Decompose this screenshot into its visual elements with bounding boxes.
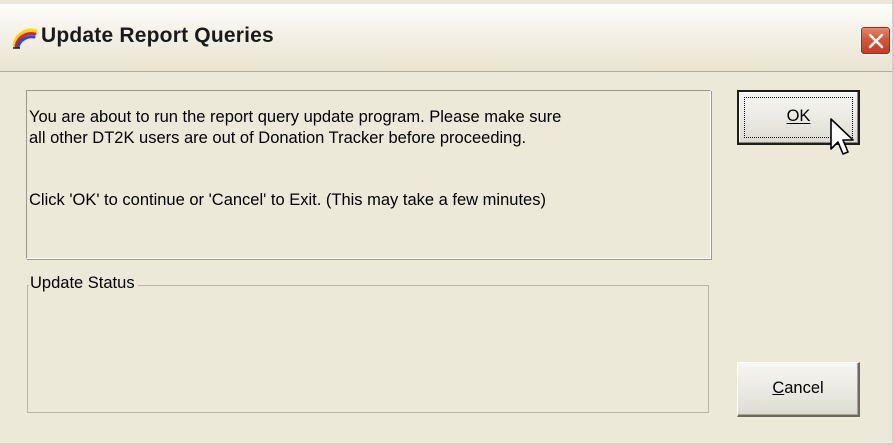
update-status-group xyxy=(27,285,709,413)
ok-button[interactable]: OK xyxy=(737,90,860,145)
message-line-3: Click 'OK' to continue or 'Cancel' to Ex… xyxy=(29,191,546,209)
dialog-window: Update Report Queries You are about to r… xyxy=(0,0,894,445)
close-icon xyxy=(868,33,884,49)
close-button[interactable] xyxy=(860,26,891,55)
ok-button-label: OK xyxy=(786,107,811,125)
message-line-2: all other DT2K users are out of Donation… xyxy=(29,129,527,147)
update-status-legend: Update Status xyxy=(29,274,138,293)
window-title: Update Report Queries xyxy=(41,24,274,47)
message-line-1: You are about to run the report query up… xyxy=(29,108,562,126)
cancel-button-label: Cancel xyxy=(772,379,824,397)
rainbow-arc-icon xyxy=(12,27,38,49)
cancel-button[interactable]: Cancel xyxy=(737,362,860,417)
title-bar[interactable]: Update Report Queries xyxy=(0,4,892,72)
